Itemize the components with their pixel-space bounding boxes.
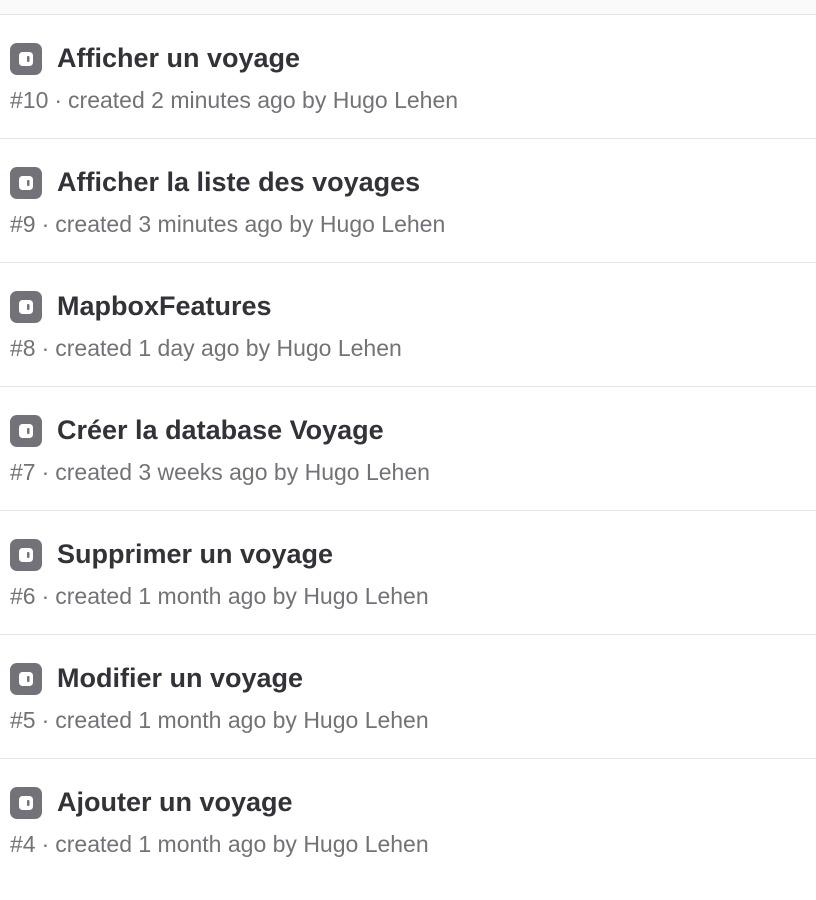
issue-row[interactable]: Modifier un voyage #5 · created 1 month ag…	[0, 635, 816, 759]
issue-meta: #7 · created 3 weeks ago by Hugo Lehen	[10, 456, 430, 488]
issue-created-info: created 1 month ago by Hugo Lehen	[55, 831, 429, 857]
meta-separator: ·	[41, 583, 50, 609]
meta-separator: ·	[41, 707, 50, 733]
issue-type-icon	[10, 415, 42, 447]
issue-number: #10	[10, 87, 49, 113]
issue-number: #9	[10, 211, 36, 237]
issue-created-info: created 1 month ago by Hugo Lehen	[55, 707, 429, 733]
issue-number: #8	[10, 335, 36, 361]
issue-row[interactable]: Afficher un voyage #10 · created 2 minutes…	[0, 15, 816, 139]
meta-separator: ·	[41, 459, 50, 485]
meta-separator: ·	[41, 211, 50, 237]
meta-separator: ·	[41, 831, 50, 857]
issue-row[interactable]: MapboxFeatures #8 · created 1 day ago by H…	[0, 263, 816, 387]
issue-meta: #9 · created 3 minutes ago by Hugo Lehen	[10, 208, 445, 240]
issue-row[interactable]: Afficher la liste des voyages #9 · created…	[0, 139, 816, 263]
issue-meta: #8 · created 1 day ago by Hugo Lehen	[10, 332, 402, 364]
issue-title[interactable]: Afficher la liste des voyages	[57, 164, 420, 200]
issue-title[interactable]: Créer la database Voyage	[57, 412, 384, 448]
issue-title[interactable]: Afficher un voyage	[57, 40, 300, 76]
issue-created-info: created 2 minutes ago by Hugo Lehen	[68, 87, 459, 113]
issue-row[interactable]: Créer la database Voyage #7 · created 3 we…	[0, 387, 816, 511]
issue-type-icon	[10, 167, 42, 199]
list-header-strip	[0, 0, 816, 15]
issue-type-icon	[10, 663, 42, 695]
issue-created-info: created 3 minutes ago by Hugo Lehen	[55, 211, 446, 237]
issue-meta: #5 · created 1 month ago by Hugo Lehen	[10, 704, 429, 736]
issue-number: #7	[10, 459, 36, 485]
issue-created-info: created 1 day ago by Hugo Lehen	[55, 335, 402, 361]
issue-title[interactable]: Ajouter un voyage	[57, 784, 293, 820]
issue-row[interactable]: Ajouter un voyage #4 · created 1 month ago…	[0, 759, 816, 882]
issue-type-icon	[10, 539, 42, 571]
issue-number: #5	[10, 707, 36, 733]
issue-meta: #10 · created 2 minutes ago by Hugo Lehen	[10, 84, 458, 116]
issue-meta: #4 · created 1 month ago by Hugo Lehen	[10, 828, 429, 860]
issue-title[interactable]: Modifier un voyage	[57, 660, 303, 696]
issue-created-info: created 3 weeks ago by Hugo Lehen	[55, 459, 430, 485]
issue-row[interactable]: Supprimer un voyage #6 · created 1 month a…	[0, 511, 816, 635]
issue-number: #6	[10, 583, 36, 609]
meta-separator: ·	[54, 87, 63, 113]
issue-type-icon	[10, 291, 42, 323]
issue-meta: #6 · created 1 month ago by Hugo Lehen	[10, 580, 429, 612]
issue-created-info: created 1 month ago by Hugo Lehen	[55, 583, 429, 609]
issue-list: Afficher un voyage #10 · created 2 minutes…	[0, 15, 816, 882]
meta-separator: ·	[41, 335, 50, 361]
issue-number: #4	[10, 831, 36, 857]
issue-type-icon	[10, 43, 42, 75]
issue-title[interactable]: Supprimer un voyage	[57, 536, 333, 572]
issue-type-icon	[10, 787, 42, 819]
issue-title[interactable]: MapboxFeatures	[57, 288, 272, 324]
